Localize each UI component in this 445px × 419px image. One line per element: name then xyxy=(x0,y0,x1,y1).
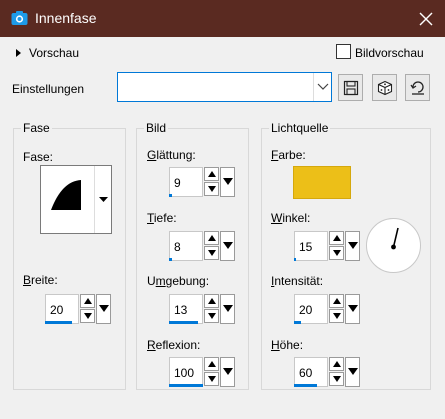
settings-label: Einstellungen xyxy=(12,82,85,96)
ambience-label: Umgebung: xyxy=(147,274,210,288)
smoothness-input[interactable]: 9 xyxy=(169,167,203,197)
reset-button[interactable] xyxy=(405,74,430,101)
intensity-value: 20 xyxy=(299,303,313,317)
depth-value: 8 xyxy=(174,240,181,254)
depth-fill-bar xyxy=(169,258,172,261)
intensity-spinner[interactable]: 20 xyxy=(294,294,360,324)
preview-toggle-label[interactable]: Vorschau xyxy=(29,46,79,60)
depth-down-button[interactable] xyxy=(204,246,219,260)
width-up-button[interactable] xyxy=(80,294,95,308)
intensity-slider-button[interactable] xyxy=(345,294,360,324)
ambience-down-button[interactable] xyxy=(204,309,219,323)
angle-dial-needle-icon xyxy=(391,227,399,250)
angle-label: Winkel: xyxy=(271,211,311,225)
angle-dial[interactable] xyxy=(366,218,421,273)
angle-down-button[interactable] xyxy=(329,246,344,260)
smoothness-up-button[interactable] xyxy=(204,167,219,181)
depth-slider-button[interactable] xyxy=(220,231,235,261)
ambience-up-button[interactable] xyxy=(204,294,219,308)
shininess-value: 100 xyxy=(174,366,195,380)
intensity-down-button[interactable] xyxy=(329,309,344,323)
elevation-spinner[interactable]: 60 xyxy=(294,357,360,387)
shininess-spinner[interactable]: 100 xyxy=(169,357,235,387)
ambience-value: 13 xyxy=(174,303,188,317)
shininess-fill-bar xyxy=(169,384,203,387)
intensity-fill-bar xyxy=(294,321,301,324)
save-preset-button[interactable] xyxy=(338,74,363,101)
width-value: 20 xyxy=(50,303,64,317)
color-label: Farbe: xyxy=(271,148,306,162)
shininess-down-button[interactable] xyxy=(204,372,219,386)
depth-spinner[interactable]: 8 xyxy=(169,231,235,261)
shininess-label: Reflexion: xyxy=(147,338,201,352)
elevation-value: 60 xyxy=(299,366,313,380)
shininess-slider-button[interactable] xyxy=(220,357,235,387)
elevation-slider-button[interactable] xyxy=(345,357,360,387)
ambience-input[interactable]: 13 xyxy=(169,294,203,324)
ambience-spinner[interactable]: 13 xyxy=(169,294,235,324)
width-down-button[interactable] xyxy=(80,309,95,323)
preset-dropdown[interactable] xyxy=(117,72,332,102)
angle-slider-button[interactable] xyxy=(345,231,360,261)
width-slider-button[interactable] xyxy=(96,294,111,324)
bevel-shape-label: Fase: xyxy=(23,150,54,164)
elevation-input[interactable]: 60 xyxy=(294,357,328,387)
elevation-label: Höhe: xyxy=(271,338,304,352)
bevel-shape-selector[interactable] xyxy=(40,165,112,234)
camera-icon xyxy=(11,10,28,27)
shininess-input[interactable]: 100 xyxy=(169,357,203,387)
chevron-down-icon[interactable] xyxy=(313,73,331,101)
smoothness-value: 9 xyxy=(174,176,181,190)
elevation-fill-bar xyxy=(294,384,317,387)
intensity-input[interactable]: 20 xyxy=(294,294,328,324)
bevel-shape-icon xyxy=(51,180,81,210)
intensity-up-button[interactable] xyxy=(329,294,344,308)
title-bar: Innenfase xyxy=(0,0,445,37)
width-input[interactable]: 20 xyxy=(45,294,79,324)
angle-value: 15 xyxy=(299,240,313,254)
random-button[interactable] xyxy=(372,74,397,101)
image-preview-checkbox[interactable] xyxy=(336,44,351,59)
depth-input[interactable]: 8 xyxy=(169,231,203,261)
elevation-up-button[interactable] xyxy=(329,357,344,371)
angle-spinner[interactable]: 15 xyxy=(294,231,360,261)
light-color-swatch[interactable] xyxy=(293,166,351,199)
width-spinner[interactable]: 20 xyxy=(45,294,111,324)
close-icon[interactable] xyxy=(415,8,437,30)
image-group-title: Bild xyxy=(144,121,169,135)
light-group-title: Lichtquelle xyxy=(269,121,331,135)
angle-input[interactable]: 15 xyxy=(294,231,328,261)
depth-up-button[interactable] xyxy=(204,231,219,245)
depth-label: Tiefe: xyxy=(147,211,177,225)
window-title: Innenfase xyxy=(35,10,97,26)
bevel-dropdown-arrow-icon[interactable] xyxy=(94,166,111,233)
elevation-down-button[interactable] xyxy=(329,372,344,386)
angle-up-button[interactable] xyxy=(329,231,344,245)
angle-fill-bar xyxy=(294,258,296,261)
ambience-fill-bar xyxy=(169,321,198,324)
smoothness-spinner[interactable]: 9 xyxy=(169,167,235,197)
intensity-label: Intensität: xyxy=(271,274,324,288)
expand-triangle-icon[interactable] xyxy=(16,49,21,57)
smoothness-fill-bar xyxy=(169,194,172,197)
bevel-group-title: Fase xyxy=(21,121,52,135)
smoothness-slider-button[interactable] xyxy=(220,167,235,197)
image-preview-label[interactable]: Bildvorschau xyxy=(355,46,424,60)
ambience-slider-button[interactable] xyxy=(220,294,235,324)
smoothness-label: Glättung: xyxy=(147,148,196,162)
shininess-up-button[interactable] xyxy=(204,357,219,371)
width-fill-bar xyxy=(45,321,72,324)
smoothness-down-button[interactable] xyxy=(204,182,219,196)
width-label: Breite: xyxy=(23,273,58,287)
